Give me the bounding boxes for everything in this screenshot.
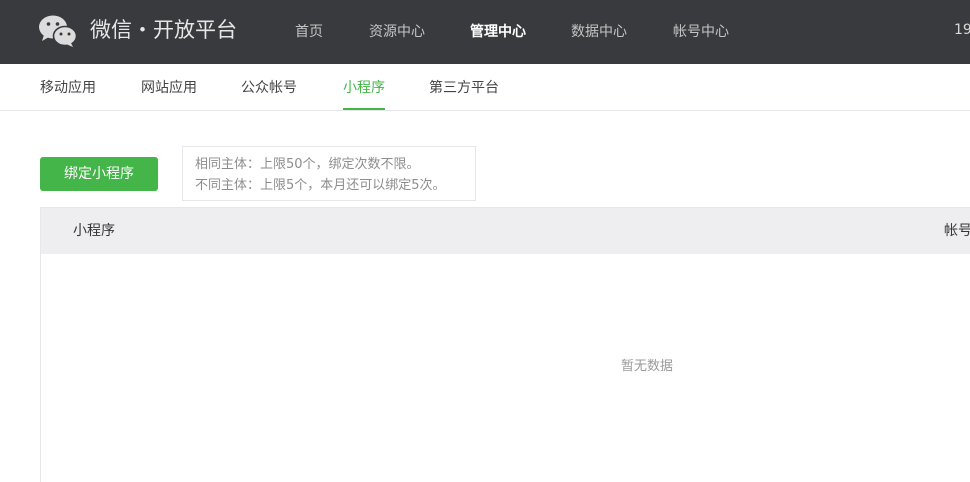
tab-third-party-platform[interactable]: 第三方平台 xyxy=(429,78,499,98)
nav-resource-center[interactable]: 资源中心 xyxy=(369,22,425,42)
nav-management-center[interactable]: 管理中心 xyxy=(470,22,526,42)
mini-program-table: 小程序 帐号 暂无数据 xyxy=(40,207,970,482)
nav-data-center[interactable]: 数据中心 xyxy=(571,22,627,42)
column-header-mini-program: 小程序 xyxy=(73,223,115,239)
binding-limit-tip: 相同主体：上限50个，绑定次数不限。 不同主体：上限5个，本月还可以绑定5次。 xyxy=(182,146,476,201)
tab-website-apps[interactable]: 网站应用 xyxy=(141,78,197,98)
nav-home[interactable]: 首页 xyxy=(295,22,323,42)
column-header-account: 帐号 xyxy=(944,223,970,239)
tip-different-entity: 不同主体：上限5个，本月还可以绑定5次。 xyxy=(195,178,446,193)
tip-same-entity: 相同主体：上限50个，绑定次数不限。 xyxy=(195,157,420,172)
table-header: 小程序 帐号 xyxy=(41,208,970,254)
active-tab-indicator xyxy=(343,108,385,110)
account-id[interactable]: 19 xyxy=(954,20,970,40)
tab-mobile-apps[interactable]: 移动应用 xyxy=(40,78,96,98)
tab-official-accounts[interactable]: 公众帐号 xyxy=(241,78,297,98)
wechat-logo-icon[interactable] xyxy=(38,14,78,48)
empty-state-text: 暂无数据 xyxy=(621,359,674,374)
top-navbar: 微信・开放平台 首页 资源中心 管理中心 数据中心 帐号中心 19 xyxy=(0,0,970,64)
brand-title[interactable]: 微信・开放平台 xyxy=(90,15,237,45)
bind-mini-program-button[interactable]: 绑定小程序 xyxy=(40,157,158,191)
nav-account-center[interactable]: 帐号中心 xyxy=(673,22,729,42)
sub-navigation: 移动应用 网站应用 公众帐号 小程序 第三方平台 xyxy=(0,64,970,111)
tab-mini-programs[interactable]: 小程序 xyxy=(343,78,385,98)
